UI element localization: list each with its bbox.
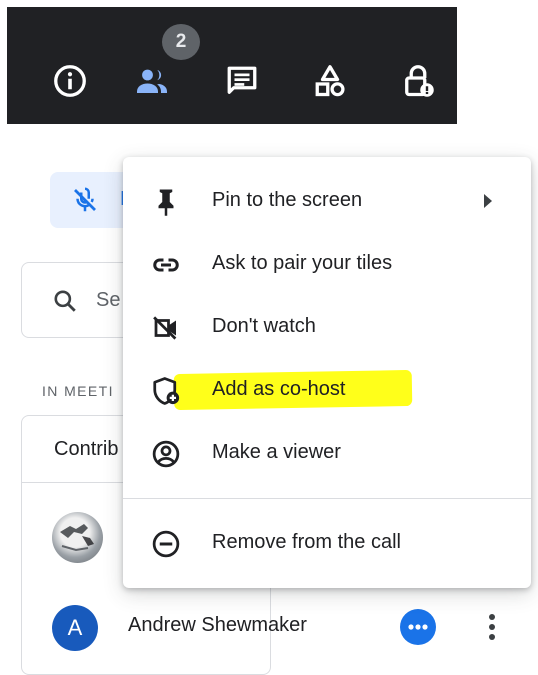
menu-item-label: Make a viewer [212, 441, 341, 463]
info-icon[interactable] [52, 63, 88, 99]
activities-icon[interactable] [312, 63, 348, 99]
search-placeholder: Se [96, 289, 121, 311]
participant-context-menu: Pin to the screen Ask to pair your tiles… [123, 157, 531, 588]
search-icon [54, 290, 76, 312]
link-icon [151, 250, 181, 280]
avatar: A [52, 605, 98, 651]
menu-item-label: Add as co-host [212, 378, 346, 400]
menu-divider [123, 498, 531, 499]
participant-name: Andrew Shewmaker [128, 614, 307, 636]
menu-item-label: Remove from the call [212, 531, 401, 553]
more-vertical-icon [489, 614, 495, 640]
pin-icon [151, 187, 181, 217]
more-actions-button[interactable] [480, 610, 504, 646]
account-circle-icon [151, 439, 181, 469]
menu-item-label: Ask to pair your tiles [212, 252, 393, 274]
menu-item-pair-tiles[interactable]: Ask to pair your tiles [123, 233, 531, 295]
meeting-toolbar: 2 [7, 7, 457, 124]
people-icon[interactable] [134, 63, 170, 99]
more-horizontal-icon [408, 624, 428, 630]
contributors-title[interactable]: Contrib [54, 438, 118, 461]
remove-circle-icon [151, 529, 181, 559]
host-controls-icon[interactable] [400, 63, 436, 99]
avatar [52, 512, 103, 563]
in-meeting-section-label: IN MEETI [42, 383, 114, 399]
people-count-badge: 2 [162, 24, 200, 60]
menu-item-label: Don't watch [212, 315, 316, 337]
menu-item-dont-watch[interactable]: Don't watch [123, 296, 531, 358]
add-cohost-icon [151, 376, 181, 406]
menu-item-remove-from-call[interactable]: Remove from the call [123, 512, 531, 574]
menu-item-add-cohost[interactable]: Add as co-host [123, 359, 531, 421]
submenu-arrow-icon [481, 192, 495, 210]
chat-icon[interactable] [224, 63, 260, 99]
menu-item-make-viewer[interactable]: Make a viewer [123, 422, 531, 484]
more-options-button[interactable] [400, 609, 436, 645]
menu-item-pin[interactable]: Pin to the screen [123, 170, 531, 232]
videocam-off-icon [151, 313, 181, 343]
menu-item-label: Pin to the screen [212, 189, 363, 211]
mic-off-icon [74, 187, 96, 212]
